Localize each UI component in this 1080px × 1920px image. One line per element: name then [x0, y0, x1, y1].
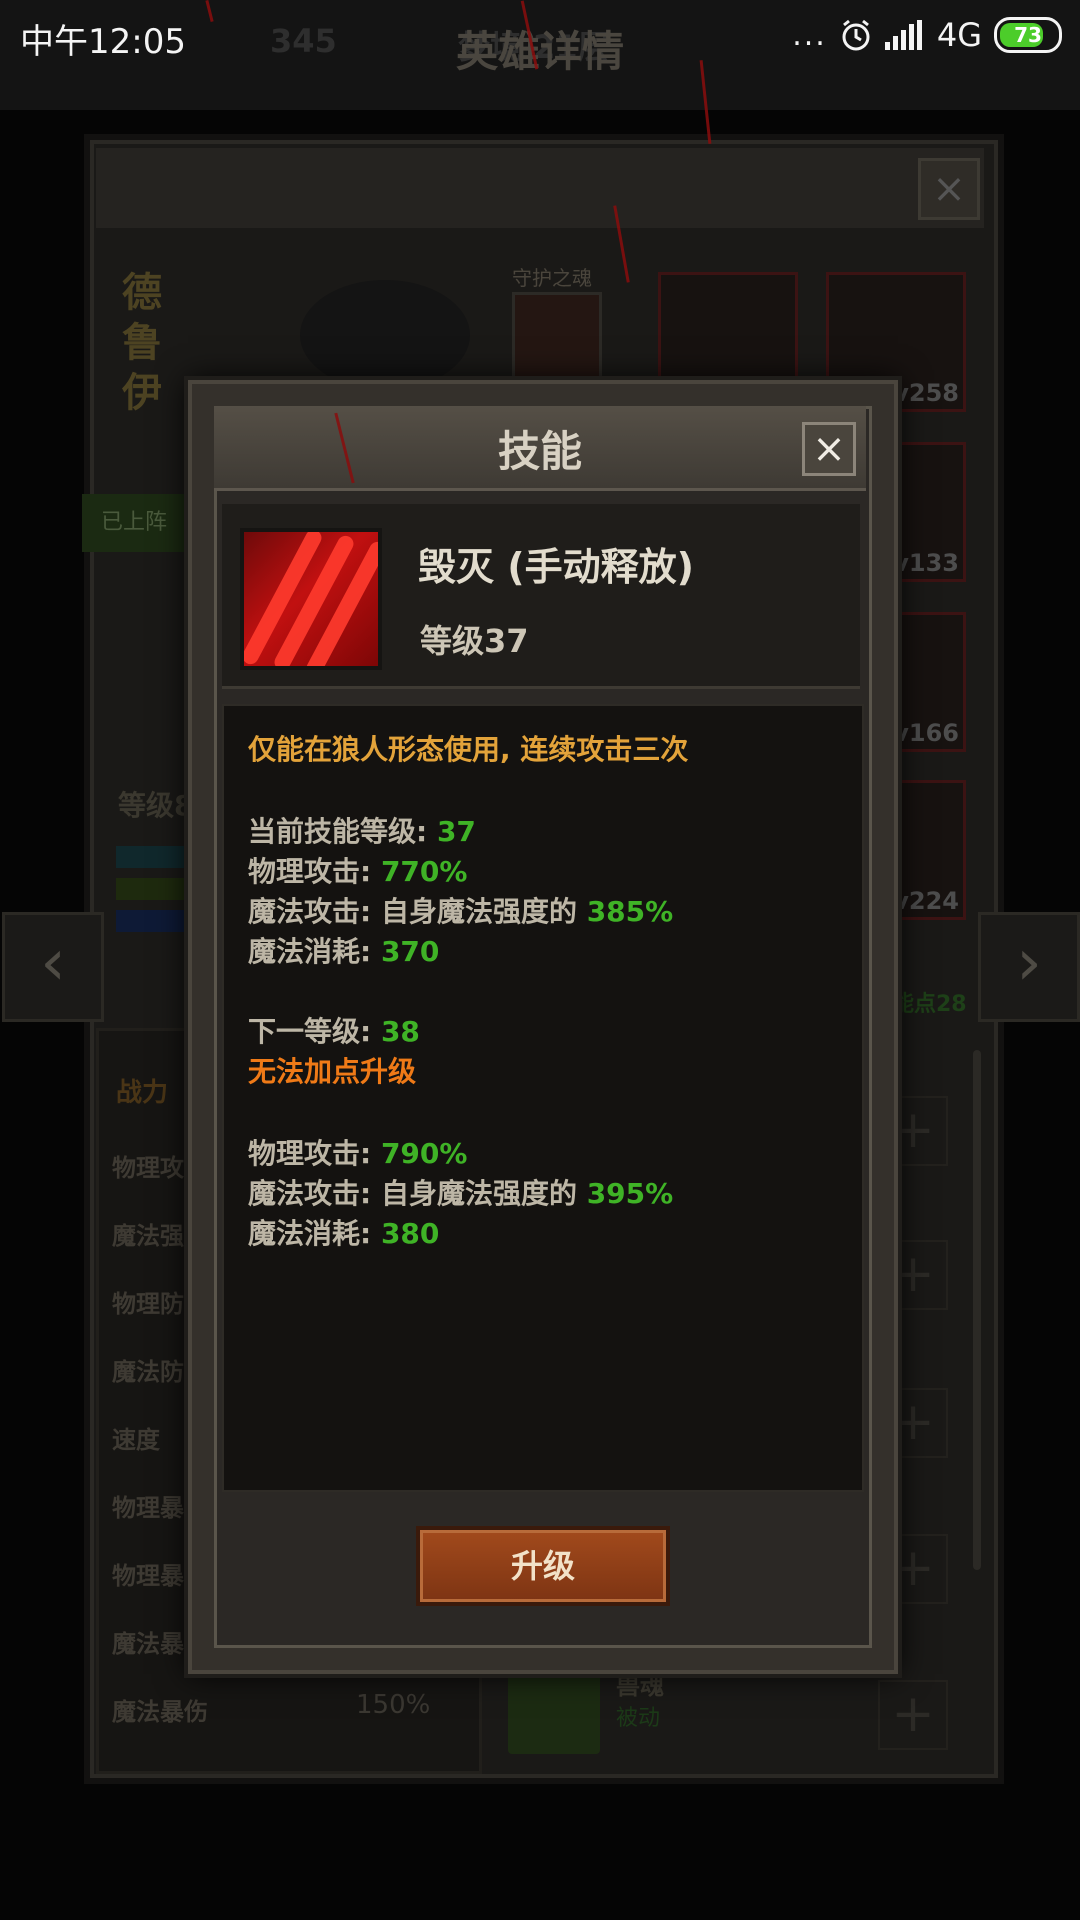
upgrade-button-label: 升级: [510, 1547, 575, 1585]
alarm-icon: [842, 19, 870, 51]
beast-soul-icon: [508, 1672, 600, 1754]
status-bar: 中午12:05 ... 4G 73: [0, 0, 1080, 72]
current-physical-attack-line: 物理攻击: 770%: [248, 855, 468, 888]
combat-power-tab[interactable]: 战力: [116, 1072, 168, 1109]
hero-details-close-icon[interactable]: ×: [918, 158, 980, 220]
next-level-line: 下一等级: 38: [248, 1015, 420, 1048]
guardian-soul-icon[interactable]: [512, 292, 602, 382]
skill-dialog-header: 技能: [214, 406, 866, 491]
cannot-upgrade-warning: 无法加点升级: [248, 1055, 417, 1088]
skill-dialog-title: 技能: [497, 427, 582, 476]
mana-bar: [116, 910, 191, 932]
hp-bar: [116, 846, 191, 868]
skills-scrollbar[interactable]: [973, 1050, 981, 1570]
stat-label: 魔法暴: [112, 1630, 184, 1658]
battery-level: 73: [1014, 23, 1042, 47]
signal-icon: [884, 20, 922, 50]
next-hero-button[interactable]: ›: [978, 912, 1080, 1022]
skill-name: 毁灭 (手动释放): [418, 545, 694, 589]
hero-level-label: 等级8: [118, 789, 194, 822]
stat-label: 魔法暴伤: [112, 1698, 208, 1726]
deployed-badge: 已上阵: [82, 494, 186, 552]
next-mana-cost-line: 魔法消耗: 380: [248, 1217, 440, 1250]
hero-details-title-bar: [96, 148, 984, 228]
add-skill-point-button[interactable]: +: [878, 1680, 948, 1750]
prev-hero-button[interactable]: ‹: [2, 912, 104, 1022]
stat-label: 魔法防: [112, 1358, 184, 1386]
stat-label: 物理攻: [112, 1154, 184, 1182]
beast-soul-type: 被动: [616, 1706, 661, 1731]
skill-points-label: 能点28: [892, 992, 967, 1017]
stat-label: 物理暴: [112, 1494, 184, 1522]
current-magic-attack-line: 魔法攻击: 自身魔法强度的 385%: [248, 895, 674, 928]
skill-level: 等级37: [420, 622, 529, 660]
next-physical-attack-line: 物理攻击: 790%: [248, 1137, 468, 1170]
clock: 中午12:05: [20, 22, 186, 62]
stat-value: 150%: [356, 1690, 431, 1720]
hero-name: 德 鲁 伊: [122, 270, 162, 416]
upgrade-button[interactable]: 升级: [416, 1526, 670, 1606]
network-type: 4G: [936, 16, 982, 54]
skill-description: 仅能在狼人形态使用, 连续攻击三次: [248, 733, 689, 766]
stat-label: 物理防: [112, 1290, 184, 1318]
more-notifications-icon: ...: [792, 17, 827, 53]
claw-skill-icon: [240, 528, 382, 670]
exp-bar: [116, 878, 191, 900]
skill-dialog: 技能 × 毁灭 (手动释放) 等级37 仅能在狼人形态使用, 连续攻击三次 当前…: [188, 380, 898, 1674]
stat-label: 速度: [112, 1426, 160, 1454]
hero-portrait: [300, 280, 470, 390]
stat-label: 魔法强: [112, 1222, 184, 1250]
current-level-line: 当前技能等级: 37: [248, 815, 476, 848]
current-mana-cost-line: 魔法消耗: 370: [248, 935, 440, 968]
next-magic-attack-line: 魔法攻击: 自身魔法强度的 395%: [248, 1177, 674, 1210]
stat-label: 物理暴: [112, 1562, 184, 1590]
battery-icon: 73: [994, 17, 1062, 53]
guardian-soul-label: 守护之魂: [512, 266, 592, 290]
close-button[interactable]: ×: [802, 422, 856, 476]
close-icon: ×: [812, 426, 846, 472]
